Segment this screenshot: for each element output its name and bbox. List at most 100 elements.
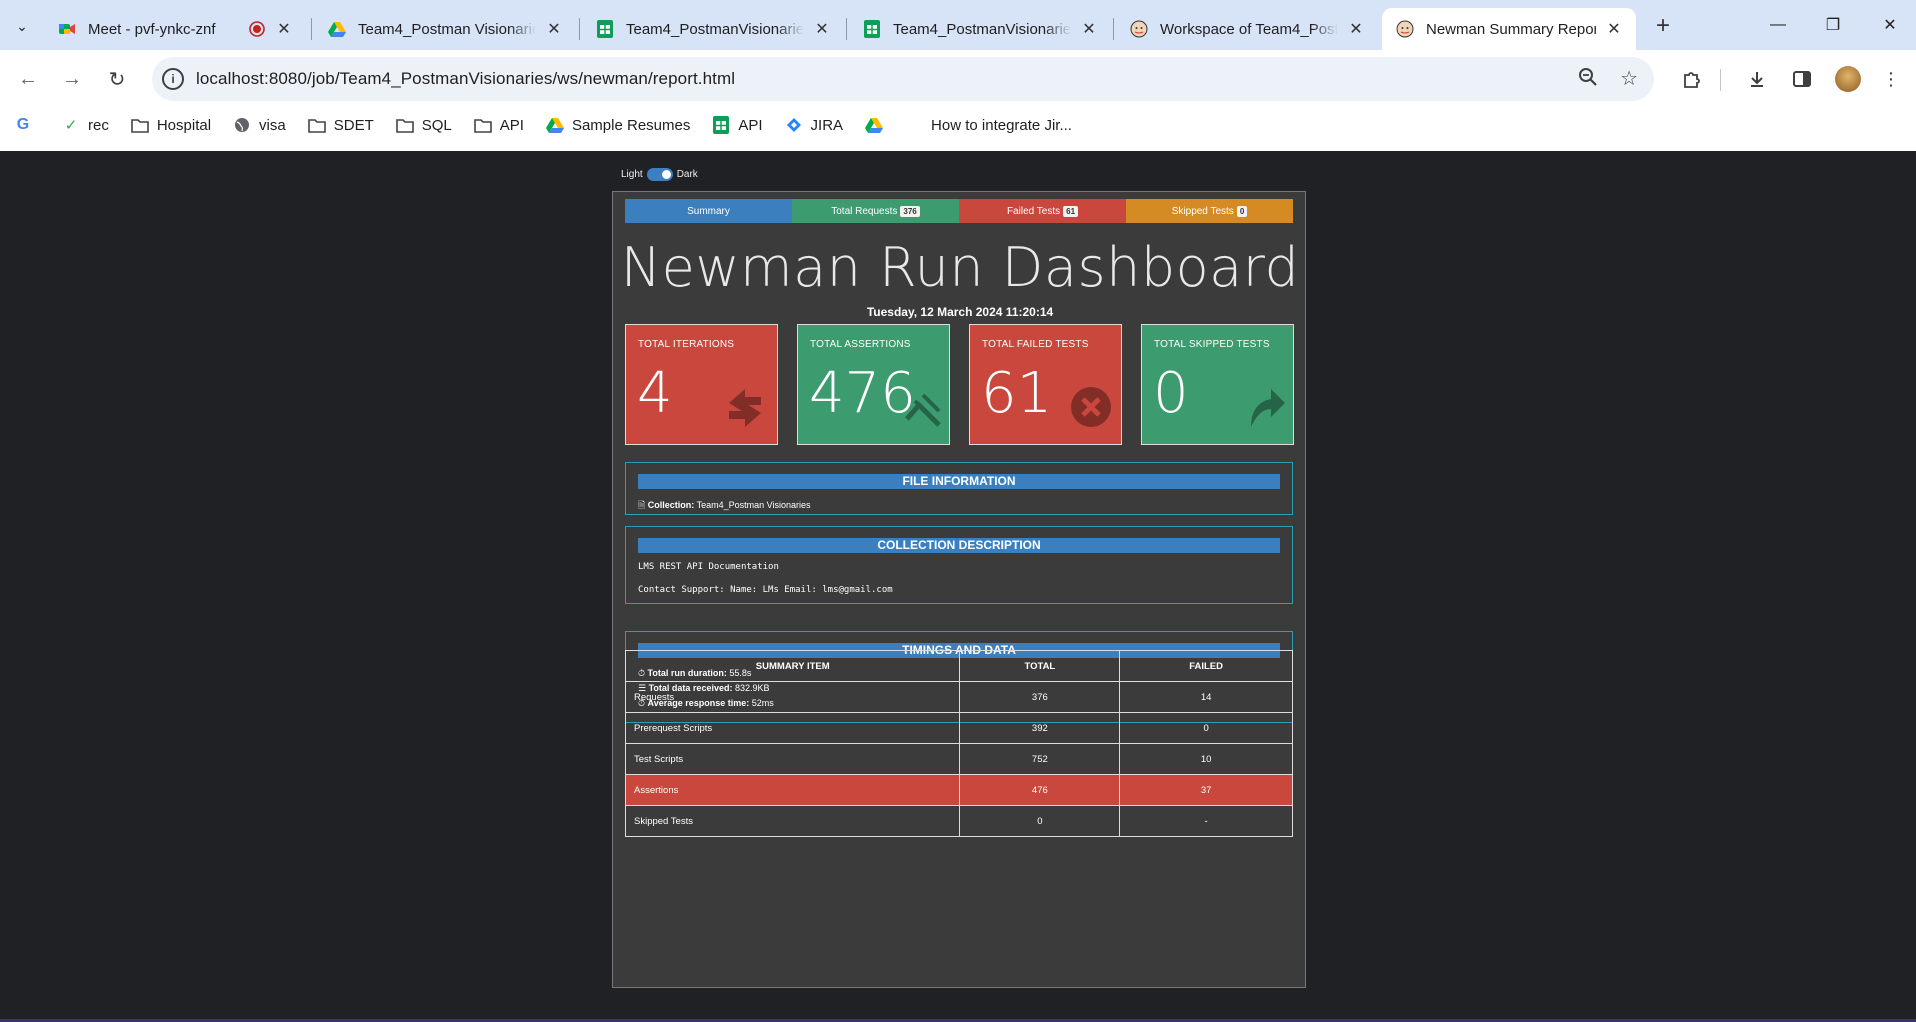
bookmark-sdet[interactable]: SDET xyxy=(307,116,374,134)
summary-item-cell: Prerequest Scripts xyxy=(624,712,961,744)
count-badge: 61 xyxy=(1063,205,1079,217)
bookmark-api-sheet[interactable]: API xyxy=(712,116,763,134)
contact-support-line: Contact Support: Name: LMs Email: lms@gm… xyxy=(638,585,893,595)
nav-tab-failed-tests[interactable]: Failed Tests 61 xyxy=(959,199,1126,223)
failed-cell: - xyxy=(1119,805,1293,837)
card-label: TOTAL ASSERTIONS xyxy=(810,339,911,350)
globe-icon xyxy=(233,116,251,134)
sync-arrows-icon xyxy=(721,383,769,440)
description-line: LMS REST API Documentation xyxy=(638,562,779,572)
tab-sheets-1[interactable]: Team4_PostmanVisionaries ✕ xyxy=(582,8,844,50)
tab-search-chevron-icon[interactable]: ⌄ xyxy=(8,12,36,40)
tab-newman-report[interactable]: Newman Summary Report ✕ xyxy=(1382,8,1636,50)
failed-cell: 0 xyxy=(1119,712,1293,744)
folder-icon xyxy=(473,116,492,134)
close-tab-icon[interactable]: ✕ xyxy=(544,19,564,39)
close-tab-icon[interactable]: ✕ xyxy=(274,19,294,39)
count-badge: 0 xyxy=(1236,205,1248,217)
google-sheets-icon xyxy=(596,20,614,38)
address-bar[interactable]: i localhost:8080/job/Team4_PostmanVision… xyxy=(152,57,1654,101)
nav-tab-summary[interactable]: Summary xyxy=(625,199,792,223)
collection-line: 🗎 Collection: Team4_Postman Visionaries xyxy=(638,498,811,514)
bookmarks-bar: G ✓ rec Hospital visa SDET SQL API Sampl… xyxy=(0,110,1916,140)
nav-tab-label: Summary xyxy=(687,205,730,217)
profile-avatar[interactable] xyxy=(1835,66,1861,92)
bookmark-star-icon[interactable]: ☆ xyxy=(1620,66,1638,91)
reload-icon[interactable]: ↻ xyxy=(101,63,133,95)
more-menu-icon[interactable]: ⋮ xyxy=(1874,62,1908,96)
google-meet-icon xyxy=(58,20,76,38)
bookmark-label: Sample Resumes xyxy=(571,116,691,134)
bookmark-drive[interactable] xyxy=(865,116,891,134)
theme-toggle[interactable]: Light Dark xyxy=(621,168,698,181)
card-total-skipped-tests: TOTAL SKIPPED TESTS 0 xyxy=(1141,324,1294,445)
bookmark-sql[interactable]: SQL xyxy=(395,116,452,134)
browser-tabstrip: ⌄ Meet - pvf-ynkc-znf ✕ Team4_Postman Vi… xyxy=(0,0,1916,50)
bookmark-hospital[interactable]: Hospital xyxy=(131,116,211,134)
side-panel-icon[interactable] xyxy=(1785,62,1819,96)
close-tab-icon[interactable]: ✕ xyxy=(1346,19,1366,39)
close-window-icon[interactable]: ✕ xyxy=(1872,10,1908,40)
nav-tab-skipped-tests[interactable]: Skipped Tests 0 xyxy=(1126,199,1293,223)
bookmark-rec[interactable]: ✓ rec xyxy=(62,116,109,135)
summary-table: SUMMARY ITEM TOTAL FAILED Requests 376 1… xyxy=(624,650,1293,837)
collection-label: Collection: xyxy=(647,500,695,510)
theme-dark-label: Dark xyxy=(676,169,698,180)
close-tab-icon[interactable]: ✕ xyxy=(812,19,832,39)
nav-tab-total-requests[interactable]: Total Requests 376 xyxy=(792,199,959,223)
section-header: FILE INFORMATION xyxy=(638,474,1280,489)
card-total-iterations: TOTAL ITERATIONS 4 xyxy=(625,324,778,445)
tab-title: Team4_Postman Visionaries xyxy=(358,20,536,38)
tab-meet[interactable]: Meet - pvf-ynkc-znf ✕ xyxy=(44,8,306,50)
card-label: TOTAL FAILED TESTS xyxy=(982,339,1089,350)
jenkins-icon xyxy=(1396,20,1414,38)
new-tab-plus-icon[interactable]: + xyxy=(1650,12,1676,39)
zoom-magnifier-icon[interactable] xyxy=(1578,67,1598,92)
jenkins-icon xyxy=(1130,20,1148,38)
close-tab-icon[interactable]: ✕ xyxy=(1079,19,1099,39)
bookmark-api-folder[interactable]: API xyxy=(473,116,524,134)
summary-item-cell: Test Scripts xyxy=(624,743,961,775)
bookmark-visa[interactable]: visa xyxy=(233,116,286,134)
card-value: 61 xyxy=(981,361,1053,426)
column-header: TOTAL xyxy=(959,650,1121,682)
tab-title: Workspace of Team4_Postman Visionaries xyxy=(1160,20,1338,38)
bookmark-sample-resumes[interactable]: Sample Resumes xyxy=(545,116,691,134)
tab-workspace[interactable]: Workspace of Team4_Postman Visionaries ✕ xyxy=(1116,8,1378,50)
bookmark-jira[interactable]: JIRA xyxy=(785,116,844,134)
tab-title: Team4_PostmanVisionaries xyxy=(893,20,1071,38)
google-icon: G xyxy=(16,116,30,133)
total-cell: 0 xyxy=(959,805,1121,837)
times-circle-icon xyxy=(1069,385,1113,440)
restore-icon[interactable]: ❐ xyxy=(1815,10,1851,40)
folder-icon xyxy=(395,116,414,134)
site-info-icon[interactable]: i xyxy=(162,68,184,90)
forward-arrow-icon[interactable]: → xyxy=(56,63,88,95)
tab-sheets-2[interactable]: Team4_PostmanVisionaries ✕ xyxy=(849,8,1111,50)
bookmark-label: visa xyxy=(259,116,286,134)
bookmark-label: SQL xyxy=(421,116,452,134)
bookmark-label: JIRA xyxy=(810,116,844,134)
theme-light-label: Light xyxy=(621,169,643,180)
bookmark-google[interactable]: G xyxy=(14,116,40,134)
total-cell: 392 xyxy=(959,712,1121,744)
bookmark-label: SDET xyxy=(333,116,374,134)
run-date: Tuesday, 12 March 2024 11:20:14 xyxy=(866,305,1054,319)
tab-separator xyxy=(846,18,847,40)
close-tab-icon[interactable]: ✕ xyxy=(1604,19,1624,39)
minimize-icon[interactable]: — xyxy=(1760,10,1796,40)
table-row: Prerequest Scripts 392 0 xyxy=(624,712,1293,744)
nav-tab-label: Total Requests xyxy=(831,205,898,217)
url-text[interactable]: localhost:8080/job/Team4_PostmanVisionar… xyxy=(196,69,735,89)
tab-separator xyxy=(311,18,312,40)
tab-drive[interactable]: Team4_Postman Visionaries ✕ xyxy=(314,8,576,50)
extensions-puzzle-icon[interactable] xyxy=(1675,62,1709,96)
failed-cell: 10 xyxy=(1119,743,1293,775)
back-arrow-icon[interactable]: ← xyxy=(12,63,44,95)
bookmark-how-to-integrate-jira[interactable]: How to integrate Jir... xyxy=(931,117,1072,134)
theme-switch[interactable] xyxy=(646,168,673,181)
download-icon[interactable] xyxy=(1740,62,1774,96)
nav-tab-label: Skipped Tests xyxy=(1171,205,1234,217)
total-cell: 376 xyxy=(959,681,1121,713)
report-page: Light Dark Summary Total Requests 376 Fa… xyxy=(0,151,1916,1022)
